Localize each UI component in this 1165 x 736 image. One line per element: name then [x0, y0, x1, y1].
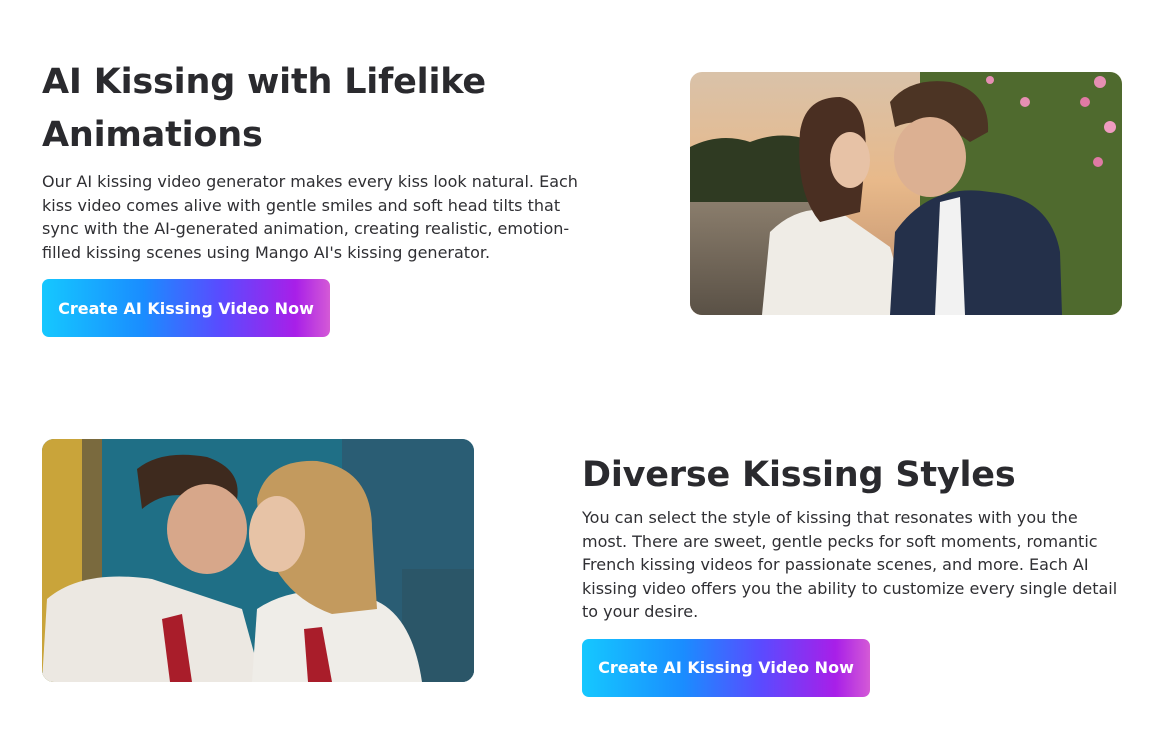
- create-ai-kissing-video-button[interactable]: Create AI Kissing Video Now: [582, 638, 870, 697]
- section-title: AI Kissing with Lifelike Animations: [42, 62, 486, 155]
- indoor-couple-illustration: [42, 439, 474, 682]
- sunset-couple-illustration: [690, 72, 1122, 315]
- feature-text-block: Diverse Kissing Styles You can select th…: [582, 449, 1132, 697]
- create-ai-kissing-video-button[interactable]: Create AI Kissing Video Now: [42, 279, 330, 337]
- feature-text-block: AI Kissing with Lifelike Animations Our …: [42, 56, 587, 337]
- section-description: You can select the style of kissing that…: [582, 508, 1118, 621]
- section-description: Our AI kissing video generator makes eve…: [42, 172, 578, 262]
- section-title: Diverse Kissing Styles: [582, 455, 1016, 495]
- couple-kissing-indoor-image: [42, 439, 474, 682]
- couple-kissing-sunset-image: [690, 72, 1122, 315]
